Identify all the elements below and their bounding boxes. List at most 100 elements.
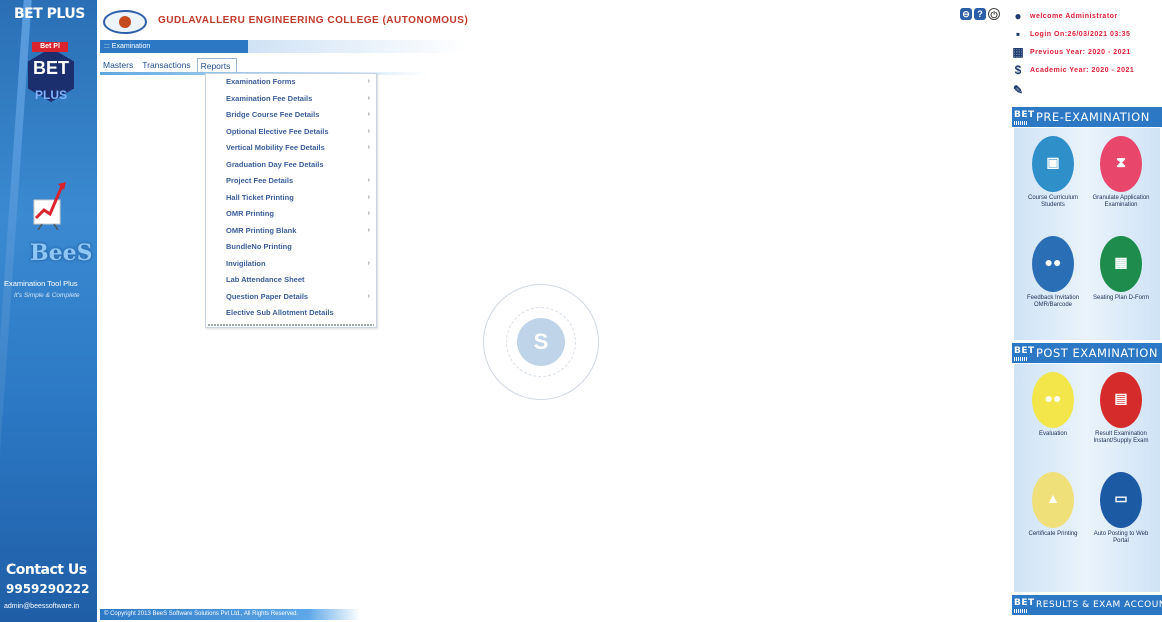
reports-menu-item[interactable]: Examination Forms › [206,74,376,91]
reports-menu-item-label: OMR Printing [226,209,274,218]
reports-menu-item[interactable]: OMR Printing › [206,206,376,223]
module-glyph: ●● [1044,254,1062,270]
module-caption: Evaluation [1038,431,1068,437]
module-icon: ▣ [1032,136,1074,192]
previous-year-text[interactable]: Previous Year: 2020 - 2021 [1030,49,1131,56]
reports-menu-item[interactable]: Examination Fee Details › [206,91,376,108]
welcome-text: welcome Administrator [1030,12,1118,20]
module-caption: Course Curriculum Students [1027,195,1078,208]
chevron-right-icon: › [367,193,370,201]
module-glyph: ▤ [1114,390,1128,406]
reports-menu-item[interactable]: Bridge Course Fee Details › [206,107,376,124]
reports-menu-item-label: Invigilation [226,258,266,268]
reports-dropdown: Examination Forms › Examination Fee Detail… [205,73,377,328]
reports-menu-item[interactable]: Project Fee Details › [206,173,376,190]
module-icon: ▦ [1100,236,1142,292]
reports-menu-item[interactable]: Lab Attendance Sheet [206,272,376,289]
module-tile[interactable]: ▦ Seating Plan D-Form [1088,236,1154,302]
chevron-right-icon: › [367,210,370,217]
reports-menu-item[interactable]: Question Paper Details › [206,289,376,306]
module-caption: Feedback Invitation OMR/Barcode [1026,295,1080,308]
reports-menu-item-label: Elective Sub Allotment Details [226,308,334,317]
login-icon: ▪ [1015,27,1021,41]
module-tile[interactable]: ▤ Result Examination Instant/Supply Exam [1088,372,1154,445]
reports-menu-item[interactable]: Hall Ticket Printing › [206,190,376,207]
pre-exam-header[interactable]: BET PRE-EXAMINATION [1012,107,1162,127]
reports-menu-item-label: Lab Attendance Sheet [226,275,305,284]
module-caption: Certificate Printing [1028,531,1078,537]
pre-exam-title: PRE-EXAMINATION [1036,110,1150,124]
login-text: Login On:26/03/2021 03:35 [1030,30,1131,38]
module-glyph: ▦ [1114,254,1128,270]
contact-email[interactable]: admin@beessoftware.in [4,603,79,610]
tool-name: Examination Tool Plus [4,279,78,288]
module-icon: ▲ [1032,472,1074,528]
contact-us-label: Contact Us [6,562,87,578]
module-glyph: ▭ [1114,490,1128,506]
module-caption: Result Examination Instant/Supply Exam [1093,431,1149,444]
contact-phone: 9959290222 [6,582,90,596]
chevron-right-icon: › [367,127,370,135]
reports-menu-item[interactable]: Graduation Day Fee Details [206,157,376,174]
previous-year-row: ▦ Previous Year: 2020 - 2021 [1012,44,1131,60]
module-tile[interactable]: ●● Evaluation [1020,372,1086,438]
results-title: RESULTS & EXAM ACCOUNT [1036,600,1162,610]
reports-menu-item-label: Question Paper Details [226,291,309,301]
module-tile[interactable]: ⧗ Granulate Application Examination [1088,136,1154,209]
results-header[interactable]: BET RESULTS & EXAM ACCOUNT [1012,595,1162,615]
reports-menu-item-label: Optional Elective Fee Details [226,126,329,136]
reports-menu-item-label: Bridge Course Fee Details [226,110,320,119]
sidebar-stripe [0,0,32,622]
main-menubar: Masters Transactions Reports [100,58,238,72]
module-glyph: ⧗ [1116,154,1126,170]
bees-brand: BeeS [30,240,93,266]
module-tile[interactable]: ▣ Course Curriculum Students [1020,136,1086,209]
menu-masters[interactable]: Masters [100,58,139,72]
chevron-right-icon: › [367,226,370,234]
pre-exam-panel: ▣ Course Curriculum Students ⧗ Granulate Ap… [1014,128,1160,340]
reports-menu-item[interactable]: Elective Sub Allotment Details [206,305,376,322]
module-icon: ▭ [1100,472,1142,528]
reports-menu-item-label: Examination Fee Details [226,93,313,103]
reports-menu-item[interactable]: Optional Elective Fee Details › [206,124,376,141]
bet-mini-logo: BET [1014,346,1035,361]
module-tile[interactable]: ▲ Certificate Printing [1020,472,1086,538]
calendar-icon: ▦ [1012,45,1024,59]
reports-menu-item[interactable]: BundleNo Printing [206,239,376,256]
watermark-logo: S [483,284,599,400]
minimize-icon[interactable]: ⊖ [960,8,972,20]
bet-logo: Bet Pl BET PLUS [28,38,74,114]
welcome-row: ● welcome Administrator [1012,8,1118,24]
module-glyph: ▣ [1046,154,1060,170]
bet-mini-logo: BET [1014,110,1035,125]
chevron-right-icon: › [367,144,370,151]
module-tile[interactable]: ●● Feedback Invitation OMR/Barcode [1020,236,1086,309]
copyright-footer: © Copyright 2013 BeeS Software Solutions… [100,609,360,620]
bet-logo-sub: PLUS [34,88,67,102]
reports-menu-item[interactable]: Invigilation › [206,256,376,273]
menu-transactions[interactable]: Transactions [139,58,196,72]
module-icon: ●● [1032,372,1074,428]
right-panel: ● welcome Administrator ▪ Login On:26/03… [1012,0,1162,622]
post-exam-header[interactable]: BET POST EXAMINATION [1012,343,1162,363]
academic-year-text[interactable]: Academic Year: 2020 - 2021 [1030,67,1134,74]
chevron-right-icon: › [367,78,370,85]
college-name: GUDLAVALLERU ENGINEERING COLLEGE (AUTONO… [158,15,469,26]
menu-reports[interactable]: Reports [196,58,238,72]
reports-menu-item-label: Vertical Mobility Fee Details [226,143,325,152]
growth-chart-icon [33,182,66,230]
reports-menu-item[interactable]: OMR Printing Blank › [206,223,376,240]
edit-icon[interactable]: ✎ [1012,83,1024,97]
module-caption: Seating Plan D-Form [1092,295,1150,301]
post-exam-title: POST EXAMINATION [1036,346,1158,360]
help-icon[interactable]: ? [974,8,986,20]
power-icon[interactable]: ⏻ [988,8,1000,20]
user-icon: ● [1014,9,1022,23]
reports-menu-item[interactable]: Vertical Mobility Fee Details › [206,140,376,157]
login-row: ▪ Login On:26/03/2021 03:35 [1012,26,1130,42]
module-glyph: ▲ [1046,490,1060,506]
bet-mini-logo: BET [1014,598,1035,613]
module-tile[interactable]: ▭ Auto Posting to Web Portal [1088,472,1154,545]
module-caption: Auto Posting to Web Portal [1093,531,1149,544]
chevron-right-icon: › [367,94,370,102]
